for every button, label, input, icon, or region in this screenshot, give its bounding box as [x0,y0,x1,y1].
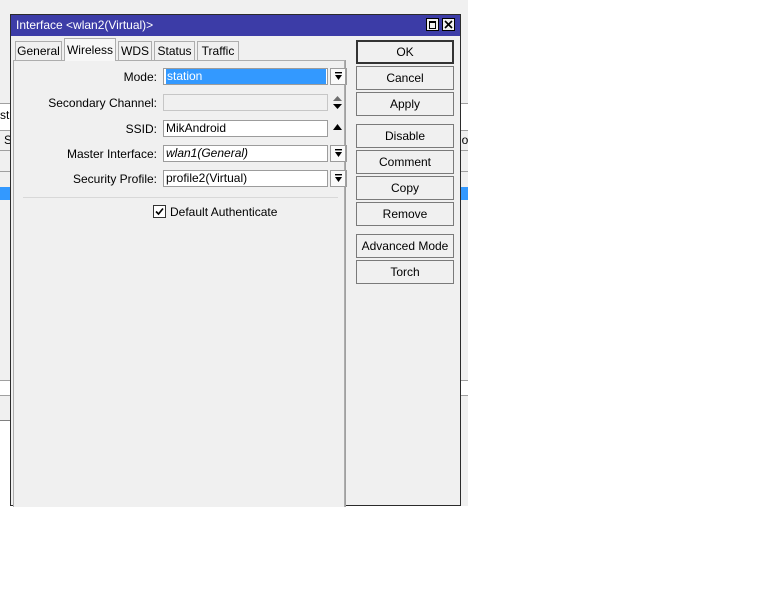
comment-button[interactable]: Comment [356,150,454,174]
tab-wireless[interactable]: Wireless [64,38,116,61]
remove-button[interactable]: Remove [356,202,454,226]
apply-button[interactable]: Apply [356,92,454,116]
tab-wds[interactable]: WDS [118,41,152,60]
section-separator [23,197,338,198]
master-interface-select[interactable]: wlan1(General) [163,145,328,162]
ssid-label: SSID: [125,122,157,136]
background-fragment-left: st [0,108,10,122]
dropdown-arrow-icon [335,72,342,80]
tab-general[interactable]: General [15,41,62,60]
dropdown-arrow-icon [335,149,342,157]
wireless-tab-panel: Mode: station Secondary Channel: SSID: M… [13,60,347,507]
master-interface-label: Master Interface: [66,147,157,161]
dialog-titlebar[interactable]: Interface <wlan2(Virtual)> [11,15,460,36]
default-authenticate-label[interactable]: Default Authenticate [170,205,277,219]
ssid-input[interactable]: MikAndroid [163,120,328,137]
mode-select[interactable]: station [163,68,328,85]
ssid-collapse-icon[interactable] [332,124,343,131]
secondary-channel-field[interactable] [163,94,328,111]
secondary-channel-label: Secondary Channel: [48,96,157,110]
disable-button[interactable]: Disable [356,124,454,148]
secondary-channel-toggle-icon[interactable] [332,96,343,109]
mode-label: Mode: [123,70,157,84]
cancel-button[interactable]: Cancel [356,66,454,90]
security-profile-label: Security Profile: [72,172,157,186]
background-selected-row-left[interactable] [0,187,10,200]
background-selected-row-right[interactable] [461,187,468,200]
default-authenticate-checkbox[interactable] [153,205,166,218]
security-profile-select[interactable]: profile2(Virtual) [163,170,328,187]
torch-button[interactable]: Torch [356,260,454,284]
background-bottom-edge [0,420,10,421]
dialog-title: Interface <wlan2(Virtual)> [16,18,154,32]
dropdown-arrow-icon [335,174,342,182]
copy-button[interactable]: Copy [356,176,454,200]
interface-dialog: Interface <wlan2(Virtual)> Mode: station… [10,14,461,507]
tab-traffic[interactable]: Traffic [197,41,239,60]
button-column-divider [345,60,346,507]
tab-status[interactable]: Status [154,41,195,60]
ok-button[interactable]: OK [356,40,454,64]
checkmark-icon [155,207,164,216]
mode-value: station [166,69,326,84]
background-window-tail [461,420,468,506]
maximize-icon[interactable] [426,18,439,31]
close-icon[interactable] [442,18,455,31]
advanced-mode-button[interactable]: Advanced Mode [356,234,454,258]
